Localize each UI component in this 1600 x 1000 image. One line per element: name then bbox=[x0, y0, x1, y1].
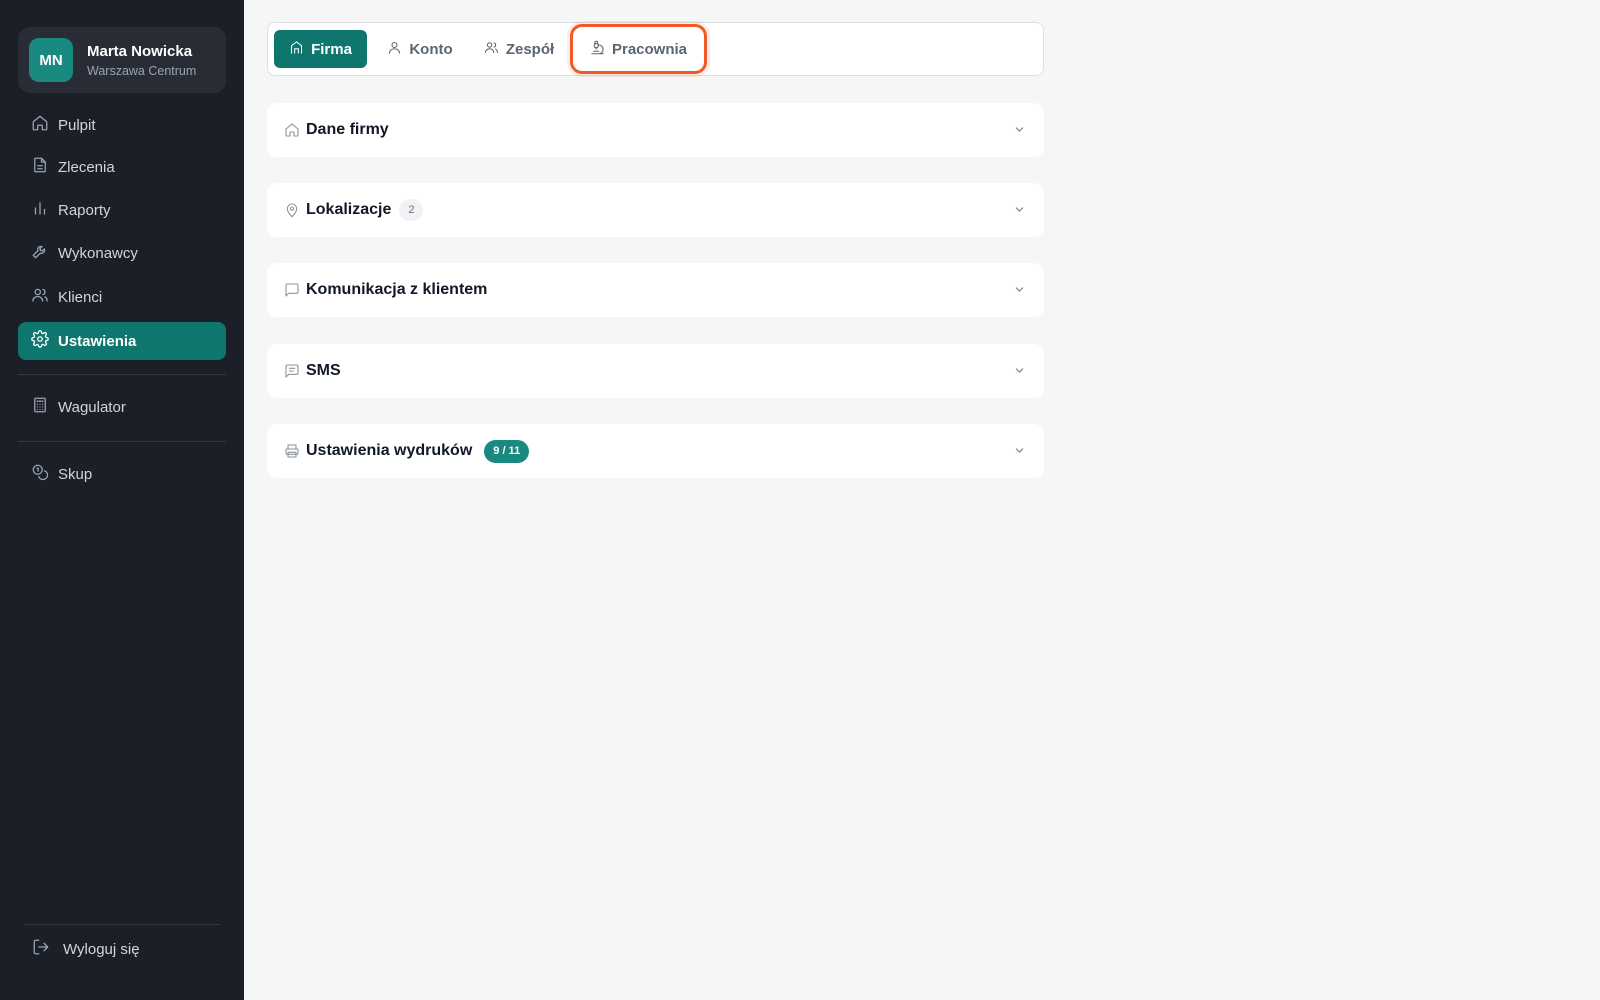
section-komunikacja[interactable]: Komunikacja z klientem bbox=[267, 263, 1044, 317]
sidebar-item-raporty[interactable]: Raporty bbox=[18, 191, 226, 229]
sidebar-item-label: Klienci bbox=[58, 288, 103, 306]
bar-chart-icon bbox=[31, 199, 49, 221]
sidebar-item-ustawienia[interactable]: Ustawienia bbox=[18, 322, 226, 360]
section-dane-firmy[interactable]: Dane firmy bbox=[267, 103, 1044, 157]
coins-icon bbox=[31, 463, 49, 485]
printer-icon bbox=[284, 443, 300, 459]
sidebar-item-label: Ustawienia bbox=[58, 332, 137, 350]
sidebar-divider bbox=[18, 374, 226, 375]
gear-icon bbox=[31, 330, 49, 352]
sidebar-item-zlecenia[interactable]: Zlecenia bbox=[18, 148, 226, 186]
sidebar-item-pulpit[interactable]: Pulpit bbox=[18, 106, 226, 144]
logout-button[interactable]: Wyloguj się bbox=[24, 930, 220, 968]
chevron-down-icon bbox=[1013, 203, 1026, 216]
user-icon bbox=[387, 40, 409, 59]
building-icon bbox=[289, 40, 311, 59]
section-lokalizacje[interactable]: Lokalizacje 2 bbox=[267, 183, 1044, 237]
avatar: MN bbox=[29, 38, 73, 82]
calculator-icon bbox=[31, 396, 49, 418]
home-icon bbox=[284, 122, 300, 138]
sidebar-divider bbox=[24, 924, 220, 925]
section-title: Dane firmy bbox=[306, 121, 389, 138]
tab-zespol[interactable]: Zespół bbox=[470, 30, 568, 68]
section-title: Lokalizacje bbox=[306, 201, 392, 218]
sidebar-item-label: Zlecenia bbox=[58, 158, 115, 176]
chevron-down-icon bbox=[1013, 123, 1026, 136]
section-title: SMS bbox=[306, 362, 341, 379]
tab-firma[interactable]: Firma bbox=[274, 30, 367, 68]
sidebar-item-label: Skup bbox=[58, 465, 93, 483]
tab-konto[interactable]: Konto bbox=[378, 30, 462, 68]
sidebar-item-label: Pulpit bbox=[58, 116, 96, 134]
tab-label: Pracownia bbox=[611, 40, 688, 58]
map-pin-icon bbox=[284, 202, 300, 218]
section-sms[interactable]: SMS bbox=[267, 344, 1044, 398]
logout-label: Wyloguj się bbox=[63, 940, 140, 958]
section-ustawienia-wydrukow[interactable]: Ustawienia wydruków 9 / 11 bbox=[267, 424, 1044, 478]
status-badge: 9 / 11 bbox=[484, 439, 530, 463]
home-icon bbox=[31, 114, 49, 136]
chevron-down-icon bbox=[1013, 444, 1026, 457]
user-name: Marta Nowicka bbox=[87, 42, 193, 60]
sidebar-divider bbox=[18, 441, 226, 442]
tab-label: Firma bbox=[311, 40, 352, 58]
sidebar-item-skup[interactable]: Skup bbox=[18, 455, 226, 493]
chevron-down-icon bbox=[1013, 283, 1026, 296]
section-title: Komunikacja z klientem bbox=[306, 281, 488, 298]
logout-icon bbox=[32, 938, 50, 960]
tab-label: Zespół bbox=[505, 40, 555, 58]
settings-tab-bar: Firma Konto Zespół Pracownia bbox=[267, 22, 1044, 76]
wrench-icon bbox=[31, 242, 49, 264]
sidebar-item-klienci[interactable]: Klienci bbox=[18, 278, 226, 316]
microscope-icon bbox=[590, 40, 612, 59]
user-location: Warszawa Centrum bbox=[87, 63, 197, 78]
sidebar-item-wagulator[interactable]: Wagulator bbox=[18, 388, 226, 426]
chevron-down-icon bbox=[1013, 364, 1026, 377]
tab-pracownia[interactable]: Pracownia bbox=[570, 24, 707, 74]
sidebar: MN Marta Nowicka Warszawa Centrum Pulpit… bbox=[0, 0, 244, 1000]
section-title: Ustawienia wydruków bbox=[306, 442, 473, 459]
sidebar-item-wykonawcy[interactable]: Wykonawcy bbox=[18, 234, 226, 272]
tab-label: Konto bbox=[409, 40, 453, 58]
chat-bubble-icon bbox=[284, 282, 300, 298]
count-badge: 2 bbox=[399, 199, 424, 221]
sidebar-item-label: Wagulator bbox=[58, 398, 126, 416]
message-icon bbox=[284, 363, 300, 379]
users-icon bbox=[31, 286, 49, 308]
user-profile-card[interactable]: MN Marta Nowicka Warszawa Centrum bbox=[18, 27, 226, 93]
sidebar-item-label: Wykonawcy bbox=[58, 244, 138, 262]
sidebar-item-label: Raporty bbox=[58, 201, 111, 219]
document-icon bbox=[31, 156, 49, 178]
users-icon bbox=[484, 40, 506, 59]
